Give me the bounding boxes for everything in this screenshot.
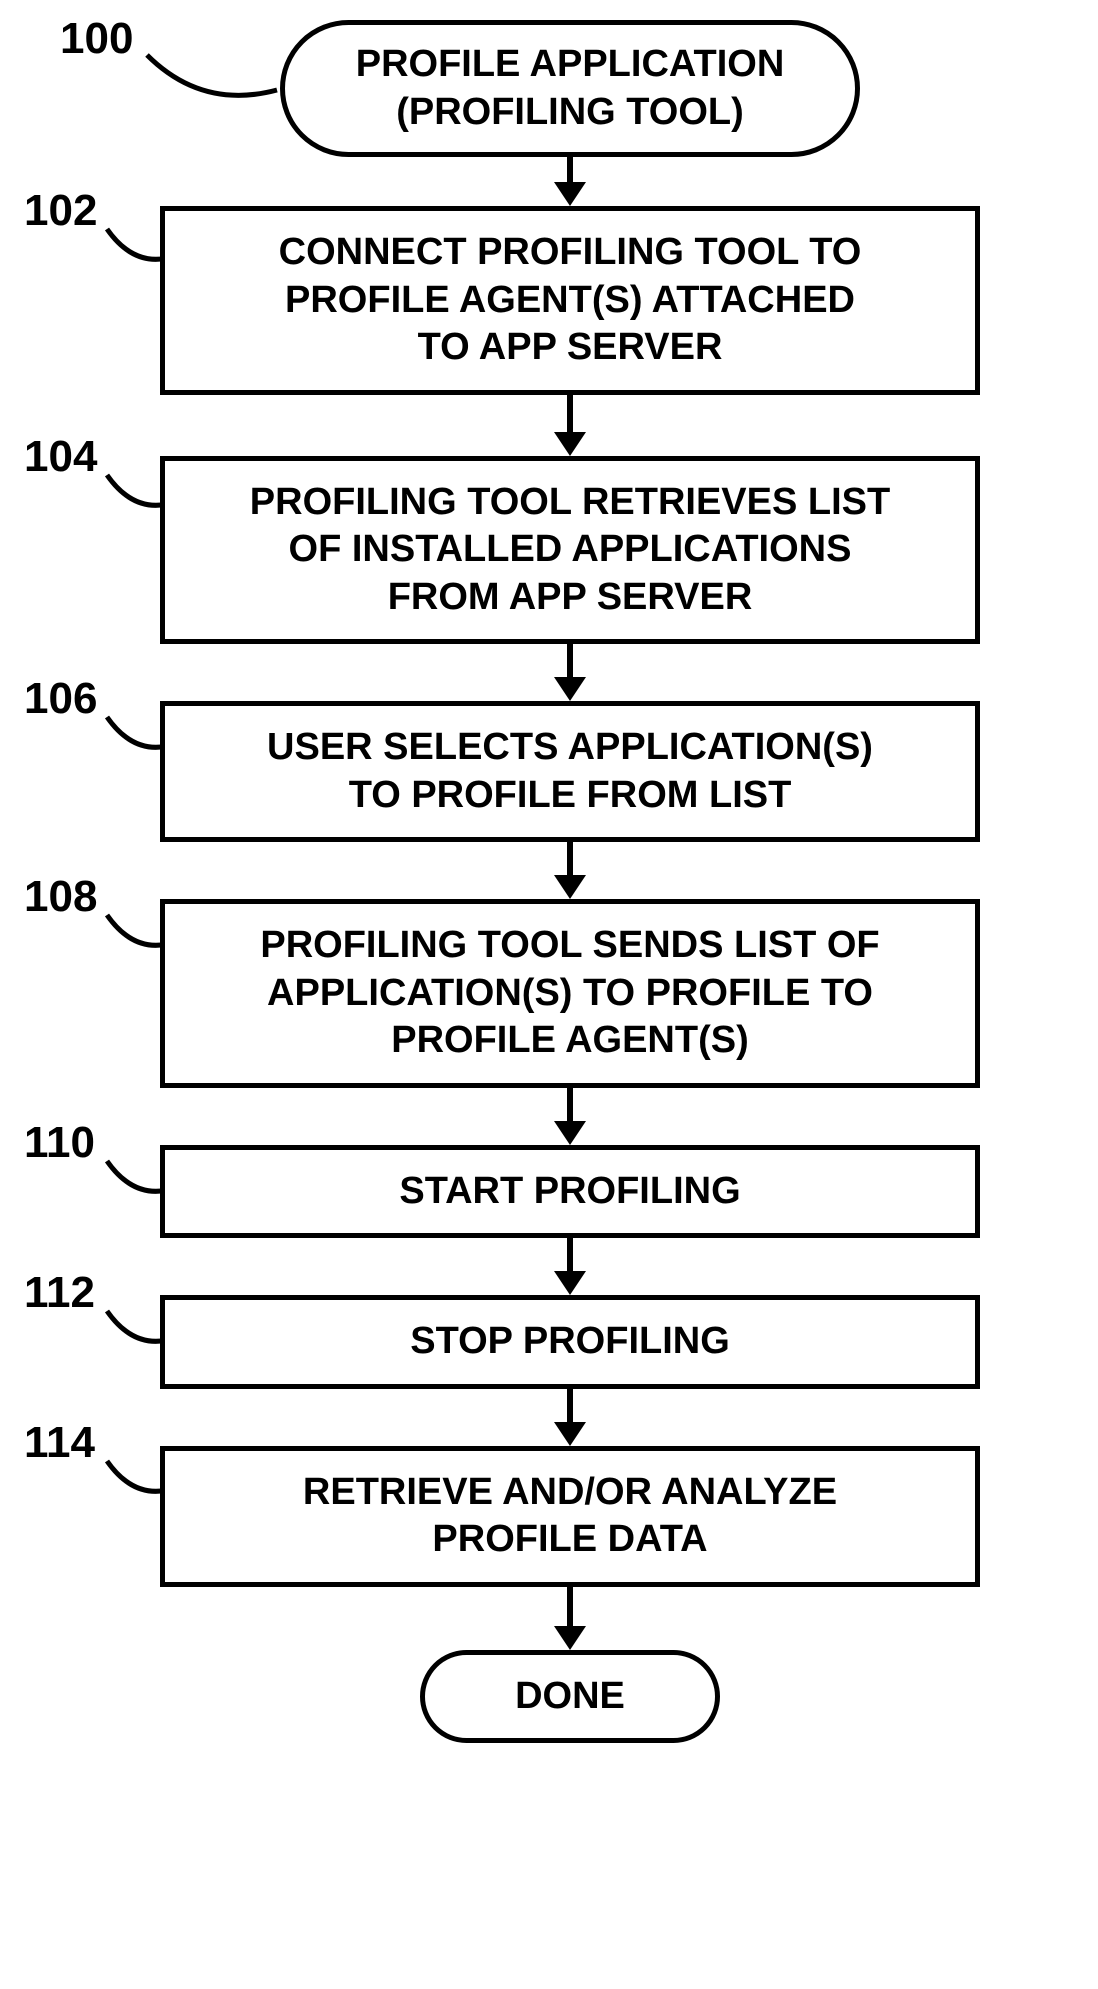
arrow-100-102 [554, 157, 586, 206]
step-112-l1: STOP PROFILING [195, 1318, 945, 1366]
arrow-108-110 [554, 1088, 586, 1145]
step-110: START PROFILING [160, 1145, 980, 1239]
start-node: PROFILE APPLICATION (PROFILING TOOL) [280, 20, 860, 157]
step-104-l3: FROM APP SERVER [195, 574, 945, 622]
step-102-l3: TO APP SERVER [195, 324, 945, 372]
step-108-l2: APPLICATION(S) TO PROFILE TO [195, 970, 945, 1018]
ref-106: 106 [24, 674, 97, 724]
step-104: PROFILING TOOL RETRIEVES LIST OF INSTALL… [160, 456, 980, 645]
ref-110: 110 [24, 1118, 95, 1168]
step-106: USER SELECTS APPLICATION(S) TO PROFILE F… [160, 701, 980, 842]
step-104-l1: PROFILING TOOL RETRIEVES LIST [195, 479, 945, 527]
callout-100 [142, 50, 282, 110]
start-line2: (PROFILING TOOL) [325, 89, 815, 137]
step-112: STOP PROFILING [160, 1295, 980, 1389]
arrow-104-106 [554, 644, 586, 701]
arrow-102-104 [554, 395, 586, 456]
ref-104: 104 [24, 432, 97, 482]
done-label: DONE [465, 1673, 675, 1721]
step-114: RETRIEVE AND/OR ANALYZE PROFILE DATA [160, 1446, 980, 1587]
ref-108: 108 [24, 872, 97, 922]
step-102-l1: CONNECT PROFILING TOOL TO [195, 229, 945, 277]
done-node: DONE [420, 1650, 720, 1744]
step-102: CONNECT PROFILING TOOL TO PROFILE AGENT(… [160, 206, 980, 395]
step-106-l1: USER SELECTS APPLICATION(S) [195, 724, 945, 772]
flowchart: 100 PROFILE APPLICATION (PROFILING TOOL)… [160, 20, 980, 1743]
start-line1: PROFILE APPLICATION [325, 41, 815, 89]
arrow-110-112 [554, 1238, 586, 1295]
step-110-l1: START PROFILING [195, 1168, 945, 1216]
ref-114: 114 [24, 1418, 95, 1468]
ref-102: 102 [24, 186, 97, 236]
step-106-l2: TO PROFILE FROM LIST [195, 772, 945, 820]
arrow-114-done [554, 1587, 586, 1650]
step-114-l2: PROFILE DATA [195, 1516, 945, 1564]
step-102-l2: PROFILE AGENT(S) ATTACHED [195, 277, 945, 325]
ref-100: 100 [60, 14, 133, 64]
arrow-106-108 [554, 842, 586, 899]
step-108-l3: PROFILE AGENT(S) [195, 1017, 945, 1065]
arrow-112-114 [554, 1389, 586, 1446]
step-104-l2: OF INSTALLED APPLICATIONS [195, 526, 945, 574]
step-114-l1: RETRIEVE AND/OR ANALYZE [195, 1469, 945, 1517]
ref-112: 112 [24, 1268, 95, 1318]
step-108: PROFILING TOOL SENDS LIST OF APPLICATION… [160, 899, 980, 1088]
step-108-l1: PROFILING TOOL SENDS LIST OF [195, 922, 945, 970]
